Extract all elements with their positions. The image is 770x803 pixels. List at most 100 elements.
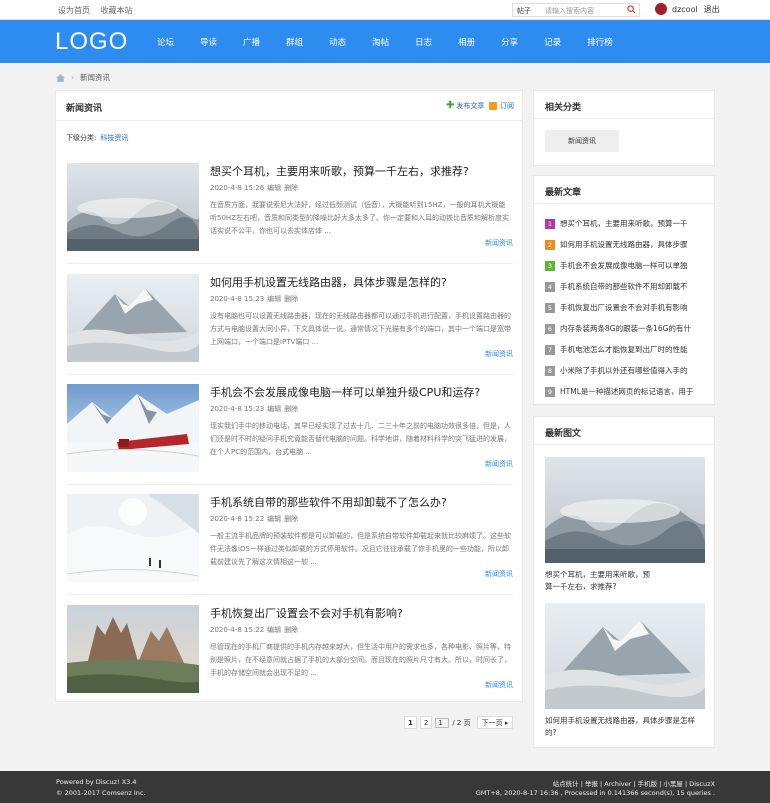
rank-badge: 9 [545,386,555,397]
article-list-panel: 新闻资讯 ✚ 发布文章 订阅 下级分类: 科技资讯 想买个耳机，主要用来听歌，预算一… [55,90,523,702]
logout-link[interactable]: 退出 [704,4,720,15]
latest-article-title: HTML是一种描述网页的标记语言，用于 [560,387,694,396]
divider [67,374,513,375]
article-edit-link[interactable]: 编辑 [267,405,281,413]
footer-stats: GMT+8, 2020-8-17 16:36 , Processed in 0.… [475,789,715,797]
article-summary: 一般主流手机品牌的预装软件都是可以卸载的，但是系统自带软件卸载起来就比较麻烦了。… [210,532,511,566]
article-thumbnail[interactable] [67,163,199,251]
article-thumbnail[interactable] [67,494,199,582]
article-summary: 尽管现在的手机厂商提供的手机内存越来越大，但生活中用户的需求也多，各种电影、照片… [210,643,511,677]
nav-item-share[interactable]: 分享 [501,36,518,48]
user-area: dzcool 退出 [655,3,720,15]
rank-badge: 5 [545,302,555,313]
article-delete-link[interactable]: 删除 [284,515,298,523]
nav-item-forum[interactable]: 论坛 [157,36,174,48]
article-category-link[interactable]: 新闻资讯 [485,349,513,359]
article-title[interactable]: 手机系统自带的那些软件不用却卸载不了怎么办? [210,494,447,510]
picture-thumbnail[interactable] [545,603,705,709]
footer-powered: Powered by Discuz! X3.4 [56,778,137,786]
article-title[interactable]: 想买个耳机，主要用来听歌，预算一千左右，求推荐? [210,163,469,179]
rank-badge: 6 [545,323,555,334]
username-link[interactable]: dzcool [672,5,698,14]
article-edit-link[interactable]: 编辑 [267,184,281,192]
latest-article-title: 手机系统自带的那些软件不用却卸载不 [560,282,688,291]
next-page-label: 下一页 [481,719,503,727]
post-article-button[interactable]: ✚ 发布文章 [446,101,484,111]
nav-item-collections[interactable]: 淘帖 [372,36,389,48]
article-title[interactable]: 手机会不会发展成像电脑一样可以单独升级CPU和运存? [210,384,480,400]
article-delete-link[interactable]: 删除 [284,405,298,413]
breadcrumb: › 新闻资讯 [56,72,110,83]
search-scope-select[interactable]: 帖子 [517,6,531,16]
category-button[interactable]: 新闻资讯 [545,130,619,152]
article-category-link[interactable]: 新闻资讯 [485,680,513,690]
article-meta: 2020-4-8 15:22 编辑 删除 [210,625,301,635]
search-input[interactable]: 请输入搜索内容 [545,6,594,16]
article-category-link[interactable]: 新闻资讯 [485,569,513,579]
latest-article-item[interactable]: 1 想买个耳机，主要用来听歌，预算一千 [545,218,705,229]
nav-item-blog[interactable]: 日志 [415,36,432,48]
breadcrumb-current[interactable]: 新闻资讯 [80,72,110,83]
picture-item[interactable]: 如何用手机设置无线路由器，具体步骤是怎样的? [545,603,705,739]
set-home-link[interactable]: 设为首页 [58,6,90,15]
home-icon[interactable] [56,73,65,82]
latest-article-item[interactable]: 4 手机系统自带的那些软件不用却卸载不 [545,281,705,292]
nav-item-records[interactable]: 记录 [544,36,561,48]
article-item: 如何用手机设置无线路由器，具体步骤是怎样的? 2020-4-8 15:23 编辑删… [67,274,513,372]
picture-caption[interactable]: 如何用手机设置无线路由器，具体步骤是怎样的? [545,715,705,739]
latest-article-title: 小米除了手机以外还有哪些值得入手的 [560,366,688,375]
page-1-button[interactable]: 1 [404,716,417,729]
bookmark-link[interactable]: 收藏本站 [101,6,133,15]
article-meta: 2020-4-8 15:22 编辑 删除 [210,514,301,524]
search-icon[interactable] [627,5,636,14]
related-categories-panel: 相关分类 新闻资讯 [533,90,715,166]
avatar[interactable] [655,3,667,15]
search-box[interactable]: 帖子 请输入搜索内容 [512,3,640,17]
article-date: 2020-4-8 15:22 [210,626,265,634]
picture-thumbnail[interactable] [545,457,705,563]
article-date: 2020-4-8 15:26 [210,184,265,192]
latest-article-item[interactable]: 7 手机电池怎么才能恢复到出厂时的性能 [545,344,705,355]
latest-article-title: 如何用手机设置无线路由器，具体步骤 [560,240,688,249]
article-thumbnail[interactable] [67,384,199,472]
article-title[interactable]: 如何用手机设置无线路由器，具体步骤是怎样的? [210,274,447,290]
footer-links[interactable]: 站点统计 | 举报 | Archiver | 手机版 | 小黑屋 | Discu… [553,778,715,788]
picture-caption[interactable]: 想买个耳机，主要用来听歌，预算一千左右，求推荐? [545,569,655,593]
nav-item-album[interactable]: 相册 [458,36,475,48]
latest-article-item[interactable]: 6 内存条装两条8G的跟装一条16G的有什 [545,323,705,334]
article-category-link[interactable]: 新闻资讯 [485,459,513,469]
article-thumbnail[interactable] [67,605,199,693]
article-edit-link[interactable]: 编辑 [267,515,281,523]
pagination: 1 2 1 / 2 页 下一页 ▸ [404,716,516,729]
nav-item-guide[interactable]: 导读 [200,36,217,48]
subcategory-link[interactable]: 科技资讯 [100,134,128,142]
article-category-link[interactable]: 新闻资讯 [485,238,513,248]
site-logo[interactable]: LOGO [55,28,128,56]
latest-article-item[interactable]: 8 小米除了手机以外还有哪些值得入手的 [545,365,705,376]
subscribe-button[interactable]: 订阅 [489,101,514,111]
nav-item-ranking[interactable]: 排行榜 [587,36,613,48]
latest-article-item[interactable]: 3 手机会不会发展成像电脑一样可以单独 [545,260,705,271]
article-thumbnail[interactable] [67,274,199,362]
nav-item-feed[interactable]: 动态 [329,36,346,48]
article-delete-link[interactable]: 删除 [284,184,298,192]
picture-item[interactable]: 想买个耳机，主要用来听歌，预算一千左右，求推荐? [545,457,705,593]
rank-badge: 8 [545,365,555,376]
page-jump-input[interactable]: 1 [435,717,450,728]
latest-article-title: 想买个耳机，主要用来听歌，预算一千 [560,219,688,228]
article-delete-link[interactable]: 删除 [284,626,298,634]
article-title[interactable]: 手机恢复出厂设置会不会对手机有影响? [210,605,403,621]
latest-article-item[interactable]: 5 手机恢复出厂设置会不会对手机有影响 [545,302,705,313]
nav-item-broadcast[interactable]: 广播 [243,36,260,48]
latest-article-item[interactable]: 9 HTML是一种描述网页的标记语言，用于 [545,386,705,397]
latest-article-item[interactable]: 2 如何用手机设置无线路由器，具体步骤 [545,239,705,250]
next-page-button[interactable]: 下一页 ▸ [476,716,514,729]
nav-item-groups[interactable]: 群组 [286,36,303,48]
related-categories-title: 相关分类 [534,91,714,119]
page-2-button[interactable]: 2 [419,716,433,729]
article-edit-link[interactable]: 编辑 [267,295,281,303]
article-edit-link[interactable]: 编辑 [267,626,281,634]
article-delete-link[interactable]: 删除 [284,295,298,303]
article-meta: 2020-4-8 15:23 编辑 删除 [210,404,301,414]
rss-icon [489,102,497,110]
